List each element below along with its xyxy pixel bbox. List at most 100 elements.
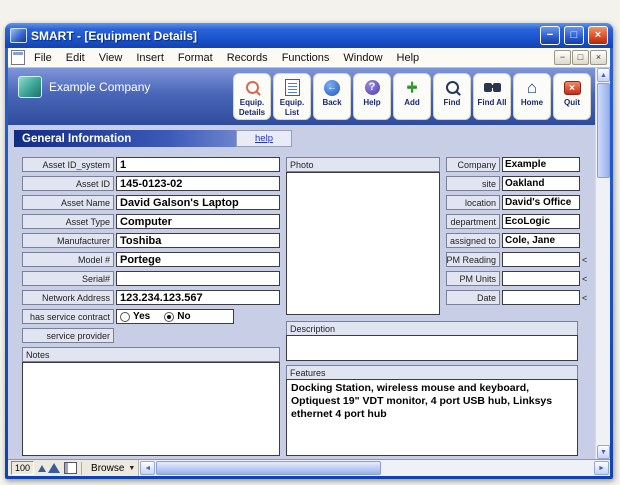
location-field[interactable]: David's Office (502, 195, 580, 210)
equip-details-icon (245, 81, 259, 94)
close-button[interactable]: × (588, 26, 608, 45)
add-button[interactable]: + Add (393, 73, 431, 120)
serial-number-label: Serial# (22, 271, 114, 286)
manufacturer-label: Manufacturer (22, 233, 114, 248)
notes-label: Notes (22, 347, 280, 362)
pm-units-field[interactable] (502, 271, 580, 286)
network-address-field[interactable]: 123.234.123.567 (116, 290, 280, 305)
pm-reading-label: PM Reading (446, 252, 500, 267)
department-field[interactable]: EcoLogic (502, 214, 580, 229)
equip-list-icon (284, 79, 300, 96)
find-icon (445, 81, 459, 94)
window-title: SMART - [Equipment Details] (31, 28, 198, 43)
notes-field[interactable] (22, 362, 280, 456)
home-icon: ⌂ (526, 78, 538, 97)
quit-button[interactable]: × Quit (553, 73, 591, 120)
find-all-icon (483, 83, 494, 92)
menu-help[interactable]: Help (390, 51, 427, 65)
asset-id-system-label: Asset ID_system (22, 157, 114, 172)
photo-label: Photo (286, 157, 440, 172)
asset-id-system-field[interactable]: 1 (116, 157, 280, 172)
model-number-field[interactable]: Portege (116, 252, 280, 267)
scroll-up-icon[interactable]: ▲ (597, 68, 610, 82)
help-button[interactable]: ? Help (353, 73, 391, 120)
radio-no[interactable] (164, 311, 175, 322)
menu-view[interactable]: View (92, 51, 130, 65)
model-number-label: Model # (22, 252, 114, 267)
assigned-to-field[interactable]: Cole, Jane (502, 233, 580, 248)
quit-icon: × (563, 80, 581, 95)
help-icon: ? (364, 80, 380, 95)
radio-yes[interactable] (120, 311, 130, 322)
horizontal-scrollbar[interactable]: ◄ ► (138, 460, 610, 476)
service-provider-label: service provider (22, 328, 114, 343)
zoom-in-icon[interactable] (48, 463, 61, 473)
menu-format[interactable]: Format (171, 51, 220, 65)
company-logo (18, 76, 42, 98)
find-button[interactable]: Find (433, 73, 471, 120)
menu-functions[interactable]: Functions (275, 51, 337, 65)
company-label: Company (446, 157, 500, 172)
vertical-scrollbar[interactable]: ▲ ▼ (595, 68, 610, 459)
company-name: Example Company (49, 80, 151, 94)
section-title: General Information (14, 130, 236, 147)
asset-name-field[interactable]: David Galson's Laptop (116, 195, 280, 210)
menu-window[interactable]: Window (336, 51, 389, 65)
document-icon (11, 50, 25, 65)
back-button[interactable]: ← Back (313, 73, 351, 120)
location-label: location (446, 195, 500, 210)
date-label: Date (446, 290, 500, 305)
pm-reading-field[interactable] (502, 252, 580, 267)
app-icon (10, 28, 27, 43)
scroll-left-icon[interactable]: ◄ (140, 461, 156, 475)
asset-id-field[interactable]: 145-0123-02 (116, 176, 280, 191)
title-bar[interactable]: SMART - [Equipment Details] − □ × (5, 23, 613, 48)
mdi-minimize-button[interactable]: − (554, 50, 571, 65)
equip-details-button[interactable]: Equip. Details (233, 73, 271, 120)
scroll-right-icon[interactable]: ► (594, 461, 609, 475)
mdi-restore-button[interactable]: □ (572, 50, 589, 65)
mode-popup[interactable]: Browse ▼ (88, 463, 138, 474)
site-field[interactable]: Oakland (502, 176, 580, 191)
minimize-button[interactable]: − (540, 26, 560, 45)
assigned-to-label: assigned to (446, 233, 500, 248)
field-marker: < (582, 273, 588, 284)
pm-units-label: PM Units (446, 271, 500, 286)
asset-type-field[interactable]: Computer (116, 214, 280, 229)
menu-edit[interactable]: Edit (59, 51, 92, 65)
department-label: department (446, 214, 500, 229)
help-link[interactable]: help (255, 133, 273, 144)
description-field[interactable] (286, 335, 578, 361)
zoom-level[interactable]: 100 (11, 461, 35, 475)
maximize-button[interactable]: □ (564, 26, 584, 45)
document-area: Example Company Equip. Details Equip. Li… (8, 68, 610, 459)
horizontal-scroll-thumb[interactable] (156, 461, 382, 475)
chevron-down-icon: ▼ (128, 464, 136, 472)
serial-number-field[interactable] (116, 271, 280, 286)
layout-canvas: Example Company Equip. Details Equip. Li… (8, 68, 595, 459)
find-all-button[interactable]: Find All (473, 73, 511, 120)
menu-insert[interactable]: Insert (129, 51, 171, 65)
divider (81, 461, 83, 475)
toolbar-buttons: Equip. Details Equip. List ← Back ? Help… (233, 73, 591, 120)
menu-bar: File Edit View Insert Format Records Fun… (8, 48, 610, 68)
site-label: site (446, 176, 500, 191)
features-field[interactable]: Docking Station, wireless mouse and keyb… (286, 379, 578, 456)
features-label: Features (286, 365, 578, 380)
vertical-scroll-thumb[interactable] (597, 83, 610, 178)
manufacturer-field[interactable]: Toshiba (116, 233, 280, 248)
company-field[interactable]: Example (502, 157, 580, 172)
menu-file[interactable]: File (27, 51, 59, 65)
equip-list-button[interactable]: Equip. List (273, 73, 311, 120)
help-tab: help (236, 130, 292, 147)
status-area-toggle-icon[interactable] (64, 462, 78, 474)
scroll-down-icon[interactable]: ▼ (597, 445, 610, 459)
home-button[interactable]: ⌂ Home (513, 73, 551, 120)
zoom-out-icon[interactable] (38, 464, 47, 472)
mdi-close-button[interactable]: × (590, 50, 607, 65)
date-field[interactable] (502, 290, 580, 305)
asset-name-label: Asset Name (22, 195, 114, 210)
photo-field[interactable] (286, 172, 440, 315)
menu-records[interactable]: Records (220, 51, 275, 65)
asset-type-label: Asset Type (22, 214, 114, 229)
